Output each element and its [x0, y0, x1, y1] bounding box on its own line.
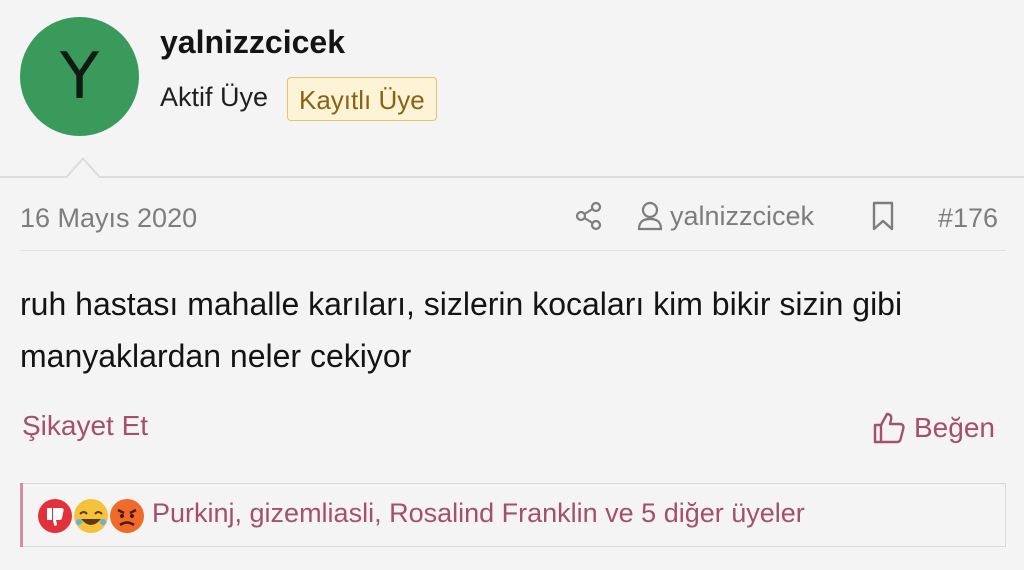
post-author: yalnizzcicek	[670, 200, 815, 231]
avatar[interactable]: Y	[20, 17, 139, 136]
share-icon[interactable]	[574, 201, 604, 231]
user-title: Aktif Üye	[160, 82, 269, 112]
avatar-letter: Y	[59, 39, 100, 114]
angry-reaction-icon	[110, 499, 144, 533]
thumbs-up-icon	[873, 412, 905, 444]
post-number[interactable]: #176	[938, 203, 998, 234]
laughing-reaction-icon	[74, 499, 108, 533]
header-divider	[0, 176, 1024, 178]
like-label: Beğen	[914, 412, 995, 443]
user-icon	[637, 201, 663, 231]
post-date[interactable]: 16 Mayıs 2020	[20, 203, 197, 234]
username[interactable]: yalnizzcicek	[160, 24, 345, 61]
post-author-link[interactable]: yalnizzcicek	[636, 199, 814, 233]
reaction-icons	[38, 499, 144, 533]
like-button[interactable]: Beğen	[872, 408, 995, 448]
meta-divider	[20, 250, 1006, 251]
user-header: Y yalnizzcicek Aktif Üye Kayıtlı Üye	[0, 0, 1024, 177]
reactions-summary[interactable]: Purkinj, gizemliasli, Rosalind Franklin …	[152, 498, 805, 529]
bookmark-icon[interactable]	[871, 201, 895, 231]
thumbs-down-reaction-icon	[38, 499, 72, 533]
header-pointer-fill	[67, 160, 99, 178]
report-link[interactable]: Şikayet Et	[22, 410, 148, 442]
reactions-accent	[20, 483, 23, 547]
post-meta: 16 Mayıs 2020 yalnizzcicek #176	[0, 195, 1024, 245]
post-message: ruh hastası mahalle karıları, sizlerin k…	[20, 286, 903, 374]
user-badge: Kayıtlı Üye	[287, 77, 437, 121]
